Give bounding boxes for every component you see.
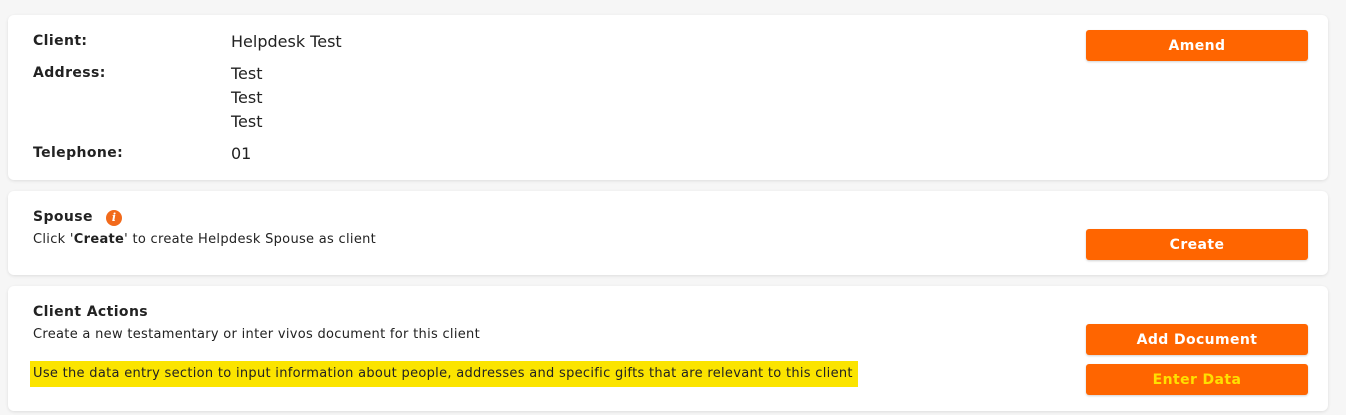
info-icon[interactable]: i [106, 210, 122, 226]
address-line-3: Test [231, 112, 263, 131]
client-name-value: Helpdesk Test [231, 32, 342, 51]
address-value: Test Test Test [231, 62, 263, 134]
client-label: Client: [33, 33, 88, 49]
spouse-card: Spouse i Click 'Create' to create Helpde… [8, 191, 1328, 275]
client-actions-title: Client Actions [33, 304, 149, 320]
address-label: Address: [33, 65, 106, 81]
client-details-card: Client: Helpdesk Test Address: Test Test… [8, 15, 1328, 180]
telephone-value: 01 [231, 144, 252, 163]
client-actions-description: Create a new testamentary or inter vivos… [33, 327, 480, 342]
spouse-description: Click 'Create' to create Helpdesk Spouse… [33, 232, 376, 247]
spouse-desc-suffix: ' to create Helpdesk Spouse as client [124, 232, 377, 247]
spouse-title: Spouse [33, 209, 93, 225]
amend-button[interactable]: Amend [1086, 30, 1308, 61]
address-line-1: Test [231, 64, 263, 83]
address-line-2: Test [231, 88, 263, 107]
add-document-button[interactable]: Add Document [1086, 324, 1308, 355]
data-entry-hint: Use the data entry section to input info… [30, 361, 858, 387]
create-spouse-button[interactable]: Create [1086, 229, 1308, 260]
spouse-desc-prefix: Click ' [33, 232, 74, 247]
spouse-desc-bold: Create [73, 232, 125, 247]
enter-data-button[interactable]: Enter Data [1086, 364, 1308, 395]
telephone-label: Telephone: [33, 145, 124, 161]
client-actions-card: Client Actions Create a new testamentary… [8, 286, 1328, 411]
